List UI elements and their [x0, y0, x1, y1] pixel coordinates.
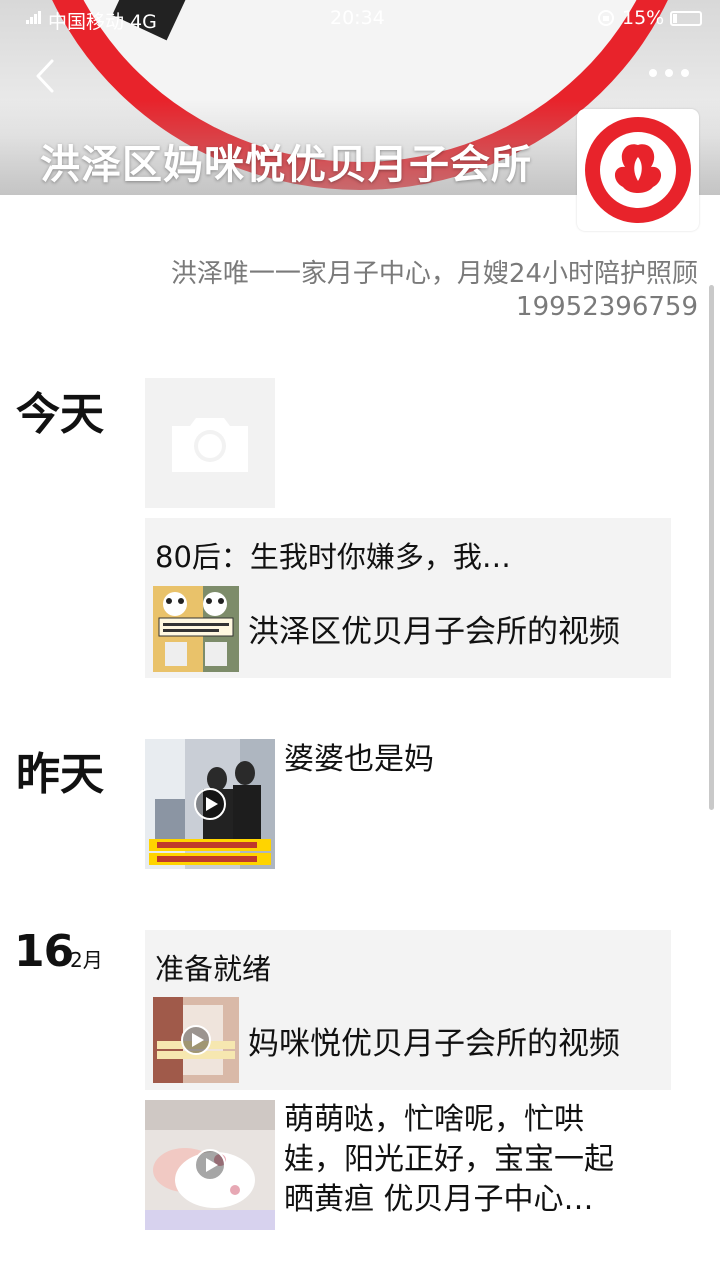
more-dots-icon[interactable] [646, 64, 692, 82]
date-month: 2月 [70, 948, 103, 972]
post-text-line: 晒黄疸 优贝月子中心… [284, 1182, 594, 1217]
post-text[interactable]: 萌萌哒，忙啥呢，忙哄 娃，阳光正好，宝宝一起 晒黄疸 优贝月子中心… [284, 1100, 614, 1220]
video-thumbnail [153, 997, 239, 1083]
battery-percent: 15% [622, 7, 665, 29]
video-thumbnail [153, 586, 239, 672]
date-day: 16 [14, 926, 74, 977]
camera-icon [172, 418, 248, 472]
date-label-today: 今天 [16, 389, 104, 440]
video-link-text: 洪泽区优贝月子会所的视频 [248, 614, 620, 650]
date-label-yesterday: 昨天 [16, 749, 104, 800]
play-icon [194, 788, 226, 820]
video-post-thumbnail[interactable] [145, 1100, 275, 1230]
video-link-text: 妈咪悦优贝月子会所的视频 [248, 1026, 620, 1062]
post-text-line: 娃，阳光正好，宝宝一起 [284, 1142, 614, 1177]
rotation-lock-icon [598, 10, 614, 26]
status-bar: 中国移动 4G 20:34 15% [0, 0, 720, 38]
clock: 20:34 [330, 7, 385, 29]
profile-signature: 洪泽唯一一家月子中心，月嫂24小时陪护照顾 19952396759 [171, 258, 698, 324]
back-chevron-icon[interactable] [30, 58, 62, 94]
carrier-label: 中国移动 4G [48, 11, 157, 33]
brand-logo-icon [585, 117, 691, 223]
shared-video-post[interactable]: 准备就绪 妈咪悦优贝月子会所的视频 [145, 930, 671, 1090]
battery-icon [670, 11, 702, 26]
avatar[interactable] [577, 109, 699, 231]
play-icon [194, 1149, 226, 1181]
scrollbar[interactable] [709, 285, 714, 810]
shared-video-post[interactable]: 80后：生我时你嫌多，我… 洪泽区优贝月子会所的视频 [145, 518, 671, 678]
signature-line: 洪泽唯一一家月子中心，月嫂24小时陪护照顾 [170, 259, 698, 289]
post-text: 准备就绪 [155, 952, 272, 986]
signal-icon [26, 11, 41, 24]
post-text-line: 萌萌哒，忙啥呢，忙哄 [284, 1102, 584, 1137]
post-text: 80后：生我时你嫌多，我… [155, 540, 511, 574]
post-text[interactable]: 婆婆也是妈 [284, 740, 434, 780]
post-photo-button[interactable] [145, 378, 275, 508]
phone-number: 19952396759 [516, 292, 698, 322]
profile-name: 洪泽区妈咪悦优贝月子会所 [40, 142, 532, 188]
video-post-thumbnail[interactable] [145, 739, 275, 869]
